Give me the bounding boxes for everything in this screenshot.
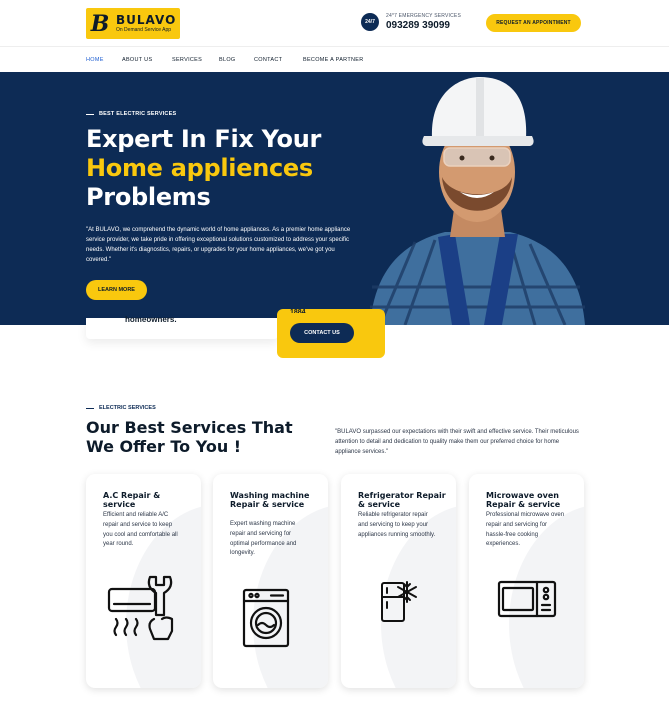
contact-box: 1884 CONTACT US: [277, 309, 385, 358]
service-card-description: Efficient and reliable A/C repair and se…: [103, 512, 178, 548]
ac-repair-icon: [107, 575, 174, 641]
phone-number[interactable]: 093289 39099: [386, 20, 461, 31]
refrigerator-icon: [381, 581, 417, 622]
hero-section: BEST ELECTRIC SERVICES Expert In Fix You…: [0, 72, 669, 325]
nav-home[interactable]: HOME: [86, 57, 104, 63]
service-card-microwave[interactable]: Microwave oven Repair & service Professi…: [469, 474, 584, 688]
info-card-text: homeowners.: [125, 315, 177, 324]
technician-photo: [370, 77, 585, 325]
brand-name: BULAVO: [116, 12, 177, 27]
service-card-description: Professional microwave oven repair and s…: [486, 512, 565, 548]
logo-mark: B: [90, 10, 110, 37]
services-title: Our Best Services That We Offer To You !: [86, 418, 293, 456]
request-appointment-button[interactable]: REQUEST AN APPOINTMENT: [486, 14, 581, 32]
nav-services[interactable]: SERVICES: [172, 57, 202, 63]
services-eyebrow: ELECTRIC SERVICES: [86, 405, 156, 411]
service-card-title: A.C Repair & service: [103, 491, 161, 509]
contact-us-button[interactable]: CONTACT US: [290, 323, 354, 343]
hero-eyebrow: BEST ELECTRIC SERVICES: [86, 111, 176, 117]
phone-24-icon: 24/7: [361, 13, 379, 31]
service-card-washing-machine[interactable]: Washing machine Repair & service Expert …: [213, 474, 328, 688]
service-card-title: Microwave oven Repair & service: [486, 491, 561, 509]
service-card-title: Refrigerator Repair & service: [358, 491, 446, 509]
testimonial-quote: "BULAVO surpassed our expectations with …: [335, 429, 579, 455]
main-nav: HOME ABOUT US SERVICES BLOG CONTACT BECO…: [0, 46, 669, 72]
site-header: B BULAVO On Demand Service App 24/7 24*7…: [0, 0, 669, 46]
service-card-title: Washing machine Repair & service: [230, 491, 310, 509]
microwave-icon: [497, 580, 557, 618]
nav-blog[interactable]: BLOG: [219, 57, 235, 63]
info-card: homeowners.: [86, 315, 278, 339]
brand-tagline: On Demand Service App: [116, 26, 172, 33]
hero-title: Expert In Fix Your Home appliences Probl…: [86, 125, 322, 211]
nav-contact[interactable]: CONTACT: [254, 57, 282, 63]
learn-more-button[interactable]: LEARN MORE: [86, 280, 147, 300]
nav-become-a-partner[interactable]: BECOME A PARTNER: [303, 57, 364, 63]
hero-description: "At BULAVO, we comprehend the dynamic wo…: [86, 227, 351, 263]
service-card-description: Reliable refrigerator repair and servici…: [358, 512, 436, 538]
service-card-refrigerator[interactable]: Refrigerator Repair & service Reliable r…: [341, 474, 456, 688]
phone-label: 24*7 EMERGENCY SERVICES: [386, 13, 461, 19]
emergency-phone[interactable]: 24/7 24*7 EMERGENCY SERVICES 093289 3909…: [361, 13, 461, 31]
service-card-ac[interactable]: A.C Repair & service Efficient and relia…: [86, 474, 201, 688]
brand-logo[interactable]: B BULAVO On Demand Service App: [86, 8, 180, 39]
washing-machine-icon: [242, 588, 290, 648]
service-card-description: Expert washing machine repair and servic…: [230, 521, 297, 557]
nav-about-us[interactable]: ABOUT US: [122, 57, 152, 63]
contact-box-clipped-text: 1884: [290, 309, 306, 313]
